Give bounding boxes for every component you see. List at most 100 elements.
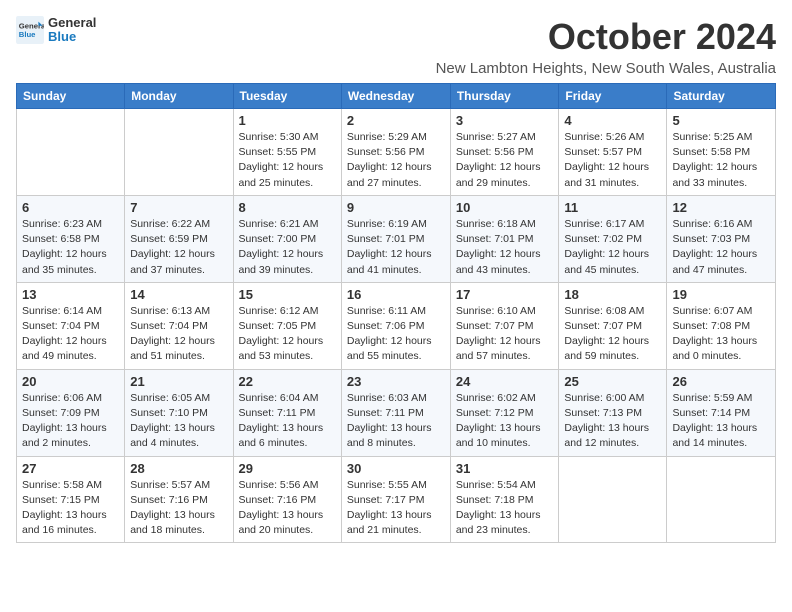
calendar-cell: 11 Sunrise: 6:17 AM Sunset: 7:02 PM Dayli…	[559, 195, 667, 282]
calendar-cell: 27 Sunrise: 5:58 AM Sunset: 7:15 PM Dayli…	[17, 456, 125, 543]
day-info: Sunrise: 6:10 AM Sunset: 7:07 PM Dayligh…	[456, 304, 554, 365]
day-info: Sunrise: 5:54 AM Sunset: 7:18 PM Dayligh…	[456, 478, 554, 539]
day-info: Sunrise: 5:58 AM Sunset: 7:15 PM Dayligh…	[22, 478, 119, 539]
day-number: 28	[130, 461, 227, 476]
day-info: Sunrise: 5:30 AM Sunset: 5:55 PM Dayligh…	[239, 130, 336, 191]
calendar-cell	[559, 456, 667, 543]
calendar-cell: 8Sunrise: 6:21 AM Sunset: 7:00 PM Daylig…	[233, 195, 341, 282]
calendar-cell: 29 Sunrise: 5:56 AM Sunset: 7:16 PM Dayli…	[233, 456, 341, 543]
calendar-cell: 22Sunrise: 6:04 AM Sunset: 7:11 PM Dayli…	[233, 369, 341, 456]
logo-text-blue: Blue	[48, 30, 96, 44]
day-info: Sunrise: 5:29 AM Sunset: 5:56 PM Dayligh…	[347, 130, 445, 191]
day-number: 31	[456, 461, 554, 476]
day-number: 14	[130, 287, 227, 302]
day-number: 26	[672, 374, 770, 389]
day-number: 16	[347, 287, 445, 302]
day-number: 2	[347, 113, 445, 128]
calendar-cell: 1 Sunrise: 5:30 AM Sunset: 5:55 PM Daylig…	[233, 109, 341, 196]
day-info: Sunrise: 6:23 AM Sunset: 6:58 PM Dayligh…	[22, 217, 119, 278]
day-number: 11	[564, 200, 661, 215]
svg-text:Blue: Blue	[19, 30, 36, 39]
day-info: Sunrise: 6:19 AM Sunset: 7:01 PM Dayligh…	[347, 217, 445, 278]
page-header: General Blue General Blue October 2024 N…	[16, 16, 776, 77]
day-info: Sunrise: 5:56 AM Sunset: 7:16 PM Dayligh…	[239, 478, 336, 539]
calendar-cell: 9Sunrise: 6:19 AM Sunset: 7:01 PM Daylig…	[341, 195, 450, 282]
day-number: 19	[672, 287, 770, 302]
day-number: 12	[672, 200, 770, 215]
calendar-cell: 24 Sunrise: 6:02 AM Sunset: 7:12 PM Dayli…	[450, 369, 559, 456]
day-info: Sunrise: 6:08 AM Sunset: 7:07 PM Dayligh…	[564, 304, 661, 365]
calendar-cell: 18 Sunrise: 6:08 AM Sunset: 7:07 PM Dayli…	[559, 282, 667, 369]
day-info: Sunrise: 6:02 AM Sunset: 7:12 PM Dayligh…	[456, 391, 554, 452]
header-tuesday: Tuesday	[233, 84, 341, 109]
calendar-week-row: 13 Sunrise: 6:14 AM Sunset: 7:04 PM Dayli…	[17, 282, 776, 369]
calendar-cell: 16 Sunrise: 6:11 AM Sunset: 7:06 PM Dayli…	[341, 282, 450, 369]
calendar-table: SundayMondayTuesdayWednesdayThursdayFrid…	[16, 83, 776, 543]
day-number: 23	[347, 374, 445, 389]
calendar-week-row: 1 Sunrise: 5:30 AM Sunset: 5:55 PM Daylig…	[17, 109, 776, 196]
calendar-week-row: 20 Sunrise: 6:06 AM Sunset: 7:09 PM Dayli…	[17, 369, 776, 456]
calendar-cell: 4 Sunrise: 5:26 AM Sunset: 5:57 PM Daylig…	[559, 109, 667, 196]
day-info: Sunrise: 5:26 AM Sunset: 5:57 PM Dayligh…	[564, 130, 661, 191]
day-info: Sunrise: 6:07 AM Sunset: 7:08 PM Dayligh…	[672, 304, 770, 365]
day-number: 25	[564, 374, 661, 389]
calendar-cell: 23 Sunrise: 6:03 AM Sunset: 7:11 PM Dayli…	[341, 369, 450, 456]
calendar-subtitle: New Lambton Heights, New South Wales, Au…	[436, 60, 776, 77]
day-info: Sunrise: 6:22 AM Sunset: 6:59 PM Dayligh…	[130, 217, 227, 278]
header-friday: Friday	[559, 84, 667, 109]
day-number: 24	[456, 374, 554, 389]
calendar-week-row: 6 Sunrise: 6:23 AM Sunset: 6:58 PM Daylig…	[17, 195, 776, 282]
day-info: Sunrise: 6:05 AM Sunset: 7:10 PM Dayligh…	[130, 391, 227, 452]
calendar-cell: 30Sunrise: 5:55 AM Sunset: 7:17 PM Dayli…	[341, 456, 450, 543]
day-number: 17	[456, 287, 554, 302]
svg-text:General: General	[19, 22, 44, 31]
calendar-cell: 26 Sunrise: 5:59 AM Sunset: 7:14 PM Dayli…	[667, 369, 776, 456]
title-section: October 2024 New Lambton Heights, New So…	[436, 16, 776, 77]
calendar-cell: 6 Sunrise: 6:23 AM Sunset: 6:58 PM Daylig…	[17, 195, 125, 282]
calendar-cell: 28Sunrise: 5:57 AM Sunset: 7:16 PM Dayli…	[125, 456, 233, 543]
day-number: 29	[239, 461, 336, 476]
day-number: 5	[672, 113, 770, 128]
calendar-header-row: SundayMondayTuesdayWednesdayThursdayFrid…	[17, 84, 776, 109]
day-info: Sunrise: 5:59 AM Sunset: 7:14 PM Dayligh…	[672, 391, 770, 452]
day-number: 18	[564, 287, 661, 302]
calendar-cell: 15 Sunrise: 6:12 AM Sunset: 7:05 PM Dayli…	[233, 282, 341, 369]
day-number: 1	[239, 113, 336, 128]
day-number: 20	[22, 374, 119, 389]
calendar-cell: 17 Sunrise: 6:10 AM Sunset: 7:07 PM Dayli…	[450, 282, 559, 369]
calendar-title: October 2024	[436, 16, 776, 58]
day-number: 13	[22, 287, 119, 302]
logo: General Blue General Blue	[16, 16, 96, 45]
calendar-cell: 2 Sunrise: 5:29 AM Sunset: 5:56 PM Daylig…	[341, 109, 450, 196]
calendar-cell: 13 Sunrise: 6:14 AM Sunset: 7:04 PM Dayli…	[17, 282, 125, 369]
day-info: Sunrise: 6:14 AM Sunset: 7:04 PM Dayligh…	[22, 304, 119, 365]
day-info: Sunrise: 6:06 AM Sunset: 7:09 PM Dayligh…	[22, 391, 119, 452]
day-info: Sunrise: 6:00 AM Sunset: 7:13 PM Dayligh…	[564, 391, 661, 452]
header-wednesday: Wednesday	[341, 84, 450, 109]
day-info: Sunrise: 6:03 AM Sunset: 7:11 PM Dayligh…	[347, 391, 445, 452]
day-info: Sunrise: 6:16 AM Sunset: 7:03 PM Dayligh…	[672, 217, 770, 278]
logo-text-general: General	[48, 16, 96, 30]
day-info: Sunrise: 5:55 AM Sunset: 7:17 PM Dayligh…	[347, 478, 445, 539]
day-number: 6	[22, 200, 119, 215]
day-info: Sunrise: 6:17 AM Sunset: 7:02 PM Dayligh…	[564, 217, 661, 278]
calendar-cell: 3Sunrise: 5:27 AM Sunset: 5:56 PM Daylig…	[450, 109, 559, 196]
day-number: 4	[564, 113, 661, 128]
header-thursday: Thursday	[450, 84, 559, 109]
day-number: 7	[130, 200, 227, 215]
day-info: Sunrise: 6:12 AM Sunset: 7:05 PM Dayligh…	[239, 304, 336, 365]
calendar-cell: 31 Sunrise: 5:54 AM Sunset: 7:18 PM Dayli…	[450, 456, 559, 543]
calendar-cell: 14Sunrise: 6:13 AM Sunset: 7:04 PM Dayli…	[125, 282, 233, 369]
day-number: 22	[239, 374, 336, 389]
day-info: Sunrise: 6:11 AM Sunset: 7:06 PM Dayligh…	[347, 304, 445, 365]
calendar-cell	[667, 456, 776, 543]
header-sunday: Sunday	[17, 84, 125, 109]
day-info: Sunrise: 5:25 AM Sunset: 5:58 PM Dayligh…	[672, 130, 770, 191]
day-number: 15	[239, 287, 336, 302]
day-number: 27	[22, 461, 119, 476]
day-number: 21	[130, 374, 227, 389]
calendar-cell: 25 Sunrise: 6:00 AM Sunset: 7:13 PM Dayli…	[559, 369, 667, 456]
calendar-cell	[125, 109, 233, 196]
header-monday: Monday	[125, 84, 233, 109]
calendar-cell: 7 Sunrise: 6:22 AM Sunset: 6:59 PM Daylig…	[125, 195, 233, 282]
